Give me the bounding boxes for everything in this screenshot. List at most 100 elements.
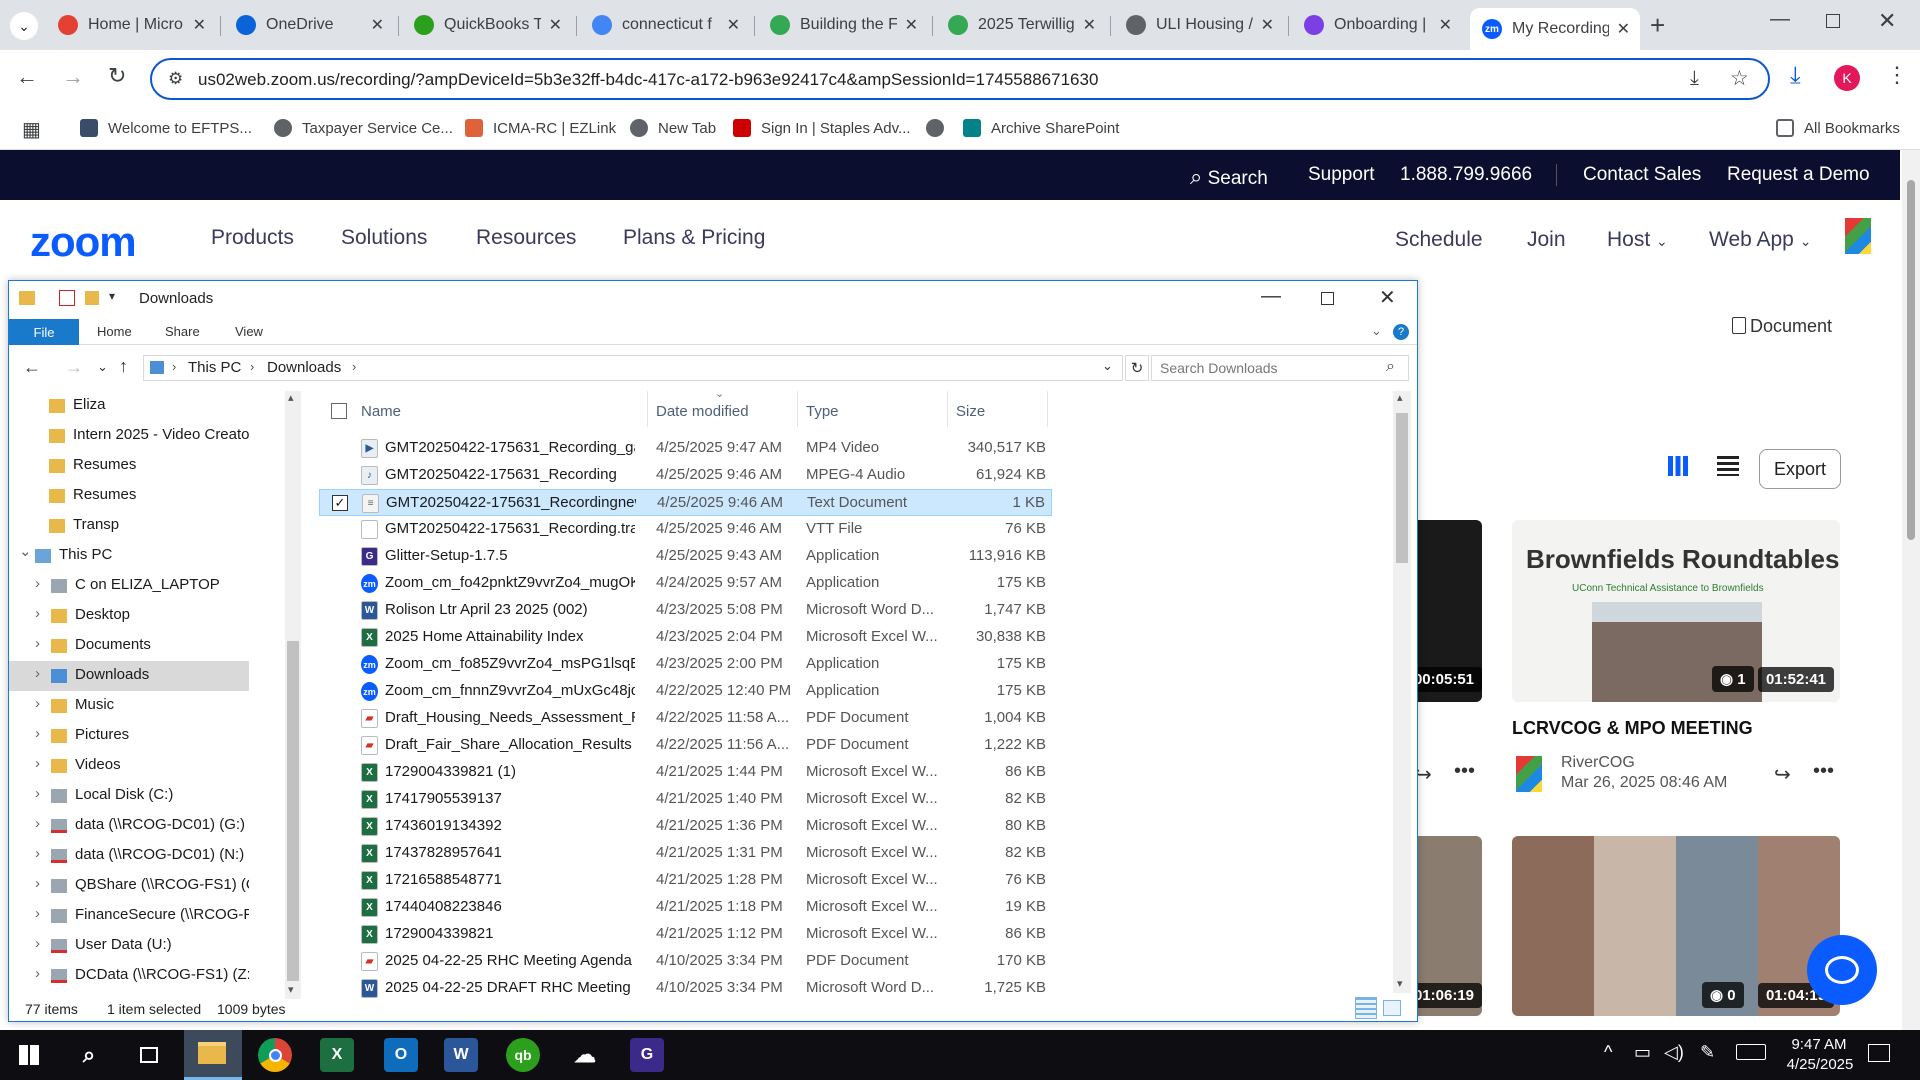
taskbar-file-explorer-active[interactable]: [184, 1030, 242, 1080]
column-header-type[interactable]: Type: [806, 403, 839, 420]
tab-close-icon[interactable]: ✕: [905, 15, 918, 35]
file-row[interactable]: ▶ GMT20250422-175631_Recording_gall... 4/2…: [319, 435, 1052, 462]
browser-tab[interactable]: 2025 Terwillig ✕: [936, 8, 1106, 42]
nav-item[interactable]: [9, 511, 249, 541]
explorer-search-box[interactable]: Search Downloads ⌕: [1151, 355, 1409, 381]
file-row[interactable]: X 1729004339821 4/21/2025 1:12 PM Microsoft…: [319, 921, 1052, 948]
nav-item[interactable]: [9, 751, 249, 781]
nav-plans-pricing[interactable]: Plans & Pricing: [623, 226, 765, 250]
file-row[interactable]: zm Zoom_cm_fo85Z9vvrZo4_msPG1lsqB3... 4/23…: [319, 651, 1052, 678]
explorer-close-button[interactable]: ✕: [1379, 285, 1396, 310]
browser-tab[interactable]: Onboarding | ✕: [1292, 8, 1462, 42]
expand-chevron-right-icon[interactable]: ›: [35, 785, 40, 802]
apps-grid-icon[interactable]: ▦: [22, 117, 41, 142]
bookmark-star-icon[interactable]: ☆: [1730, 66, 1749, 91]
list-scroll-down-icon[interactable]: ▾: [1397, 977, 1403, 990]
nav-resources[interactable]: Resources: [476, 226, 576, 250]
ribbon-tab-home[interactable]: Home: [97, 324, 132, 339]
column-header-size[interactable]: Size: [956, 403, 985, 420]
nav-products[interactable]: Products: [211, 226, 294, 250]
customize-toolbar-icon[interactable]: ▾: [109, 289, 115, 303]
site-info-icon[interactable]: ⚙: [168, 69, 183, 89]
explorer-address-bar[interactable]: › This PC › Downloads › ⌄: [143, 355, 1123, 381]
pen-icon[interactable]: ✎: [1700, 1042, 1715, 1063]
network-icon[interactable]: ▭: [1634, 1042, 1651, 1063]
clock-date[interactable]: 4/25/2025: [1780, 1056, 1860, 1073]
ribbon-tab-file[interactable]: File: [9, 319, 79, 345]
file-row[interactable]: zm Zoom_cm_fo42pnktZ9vvrZo4_mugOK... 4/24/…: [319, 570, 1052, 597]
expand-chevron-right-icon[interactable]: ›: [35, 875, 40, 892]
expand-chevron-right-icon[interactable]: ›: [35, 935, 40, 952]
profile-avatar[interactable]: K: [1834, 65, 1860, 91]
expand-chevron-right-icon[interactable]: ›: [35, 695, 40, 712]
up-one-level-icon[interactable]: ↑: [119, 356, 128, 377]
browser-tab[interactable]: zm My Recording ✕: [1470, 8, 1640, 50]
file-row[interactable]: ▰ 2025 04-22-25 RHC Meeting Agenda 4/10/20…: [319, 948, 1052, 975]
tab-close-icon[interactable]: ✕: [549, 15, 562, 35]
file-list-scrollbar[interactable]: ▴ ▾: [1393, 391, 1411, 993]
expand-chevron-right-icon[interactable]: ›: [35, 905, 40, 922]
explorer-maximize-button[interactable]: [1321, 292, 1334, 305]
file-row[interactable]: X 2025 Home Attainability Index 4/23/2025 …: [319, 624, 1052, 651]
bookmark-item[interactable]: Sign In | Staples Adv...: [733, 119, 911, 137]
browser-tab[interactable]: QuickBooks T ✕: [402, 8, 572, 42]
row-checkbox[interactable]: ✓: [332, 495, 348, 511]
quickbooks-icon[interactable]: qb: [506, 1038, 540, 1072]
user-avatar[interactable]: [1845, 218, 1871, 254]
browser-tab[interactable]: connecticut f ✕: [580, 8, 750, 42]
ribbon-tab-view[interactable]: View: [235, 324, 263, 339]
tab-close-icon[interactable]: ✕: [1083, 15, 1096, 35]
explorer-forward-icon[interactable]: →: [65, 357, 83, 378]
list-scrollbar-thumb[interactable]: [1396, 413, 1408, 563]
tab-close-icon[interactable]: ✕: [371, 15, 384, 35]
export-button[interactable]: Export: [1759, 449, 1841, 489]
zoom-logo[interactable]: zoom: [30, 218, 137, 266]
page-scrollbar[interactable]: [1902, 150, 1920, 1030]
nav-item[interactable]: [9, 391, 249, 421]
restore-window-button[interactable]: [1826, 14, 1840, 28]
tab-close-icon[interactable]: ✕: [1617, 19, 1630, 39]
address-dropdown-icon[interactable]: ⌄: [1102, 358, 1113, 374]
all-bookmarks-button[interactable]: All Bookmarks: [1776, 119, 1900, 137]
word-icon[interactable]: W: [444, 1038, 478, 1072]
request-demo-link[interactable]: Request a Demo: [1727, 164, 1870, 186]
search-link[interactable]: ⌕ Search: [1190, 164, 1268, 190]
bookmark-item[interactable]: ICMA-RC | EZLink: [465, 119, 616, 137]
chrome-icon[interactable]: [258, 1038, 292, 1072]
chrome-menu-icon[interactable]: ⋮: [1886, 62, 1908, 88]
explorer-minimize-button[interactable]: —: [1261, 285, 1281, 308]
phone-link[interactable]: 1.888.799.9666: [1400, 164, 1532, 186]
file-row[interactable]: X 17437828957641 4/21/2025 1:31 PM Microsof…: [319, 840, 1052, 867]
recording-card-4-thumb[interactable]: ◉ 0 01:04:19: [1512, 836, 1840, 1016]
file-row[interactable]: W Rolison Ltr April 23 2025 (002) 4/23/202…: [319, 597, 1052, 624]
new-tab-button[interactable]: +: [1650, 10, 1665, 41]
forward-icon[interactable]: →: [62, 64, 84, 90]
large-icons-view-icon[interactable]: [1383, 1000, 1401, 1016]
expand-chevron-right-icon[interactable]: ›: [35, 635, 40, 652]
url-text[interactable]: us02web.zoom.us/recording/?ampDeviceId=5…: [198, 70, 1098, 90]
expand-chevron-right-icon[interactable]: ›: [35, 605, 40, 622]
tab-search-button[interactable]: ⌄: [10, 12, 38, 40]
bookmark-item[interactable]: Archive SharePoint: [963, 119, 1119, 137]
downloads-icon[interactable]: ⤓: [1790, 62, 1801, 90]
expand-chevron-right-icon[interactable]: ›: [35, 755, 40, 772]
reload-icon[interactable]: ↻: [108, 63, 126, 89]
clock-time[interactable]: 9:47 AM: [1784, 1036, 1854, 1053]
breadcrumb-downloads[interactable]: Downloads: [267, 359, 341, 376]
file-row[interactable]: ▰ Draft_Housing_Needs_Assessment_Res... 4/…: [319, 705, 1052, 732]
file-row[interactable]: X 17440408223846 4/21/2025 1:18 PM Microsof…: [319, 894, 1052, 921]
nav-schedule[interactable]: Schedule: [1395, 228, 1483, 252]
share-icon[interactable]: ↪: [1774, 762, 1791, 787]
file-row[interactable]: X 17417905539137 4/21/2025 1:40 PM Microsof…: [319, 786, 1052, 813]
nav-scroll-down-icon[interactable]: ▾: [288, 983, 294, 996]
address-bar[interactable]: ⚙ us02web.zoom.us/recording/?ampDeviceId…: [150, 58, 1770, 100]
bookmark-item[interactable]: Welcome to EFTPS...: [80, 119, 252, 137]
expand-chevron-right-icon[interactable]: ›: [35, 575, 40, 592]
browser-tab[interactable]: Building the F ✕: [758, 8, 928, 42]
expand-chevron-right-icon[interactable]: ›: [35, 965, 40, 982]
column-header-name[interactable]: Name: [361, 403, 401, 420]
close-window-button[interactable]: ✕: [1878, 8, 1896, 34]
bookmark-item[interactable]: [926, 119, 954, 137]
file-row[interactable]: X 1729004339821 (1) 4/21/2025 1:44 PM Micro…: [319, 759, 1052, 786]
task-view-icon[interactable]: [132, 1038, 166, 1072]
